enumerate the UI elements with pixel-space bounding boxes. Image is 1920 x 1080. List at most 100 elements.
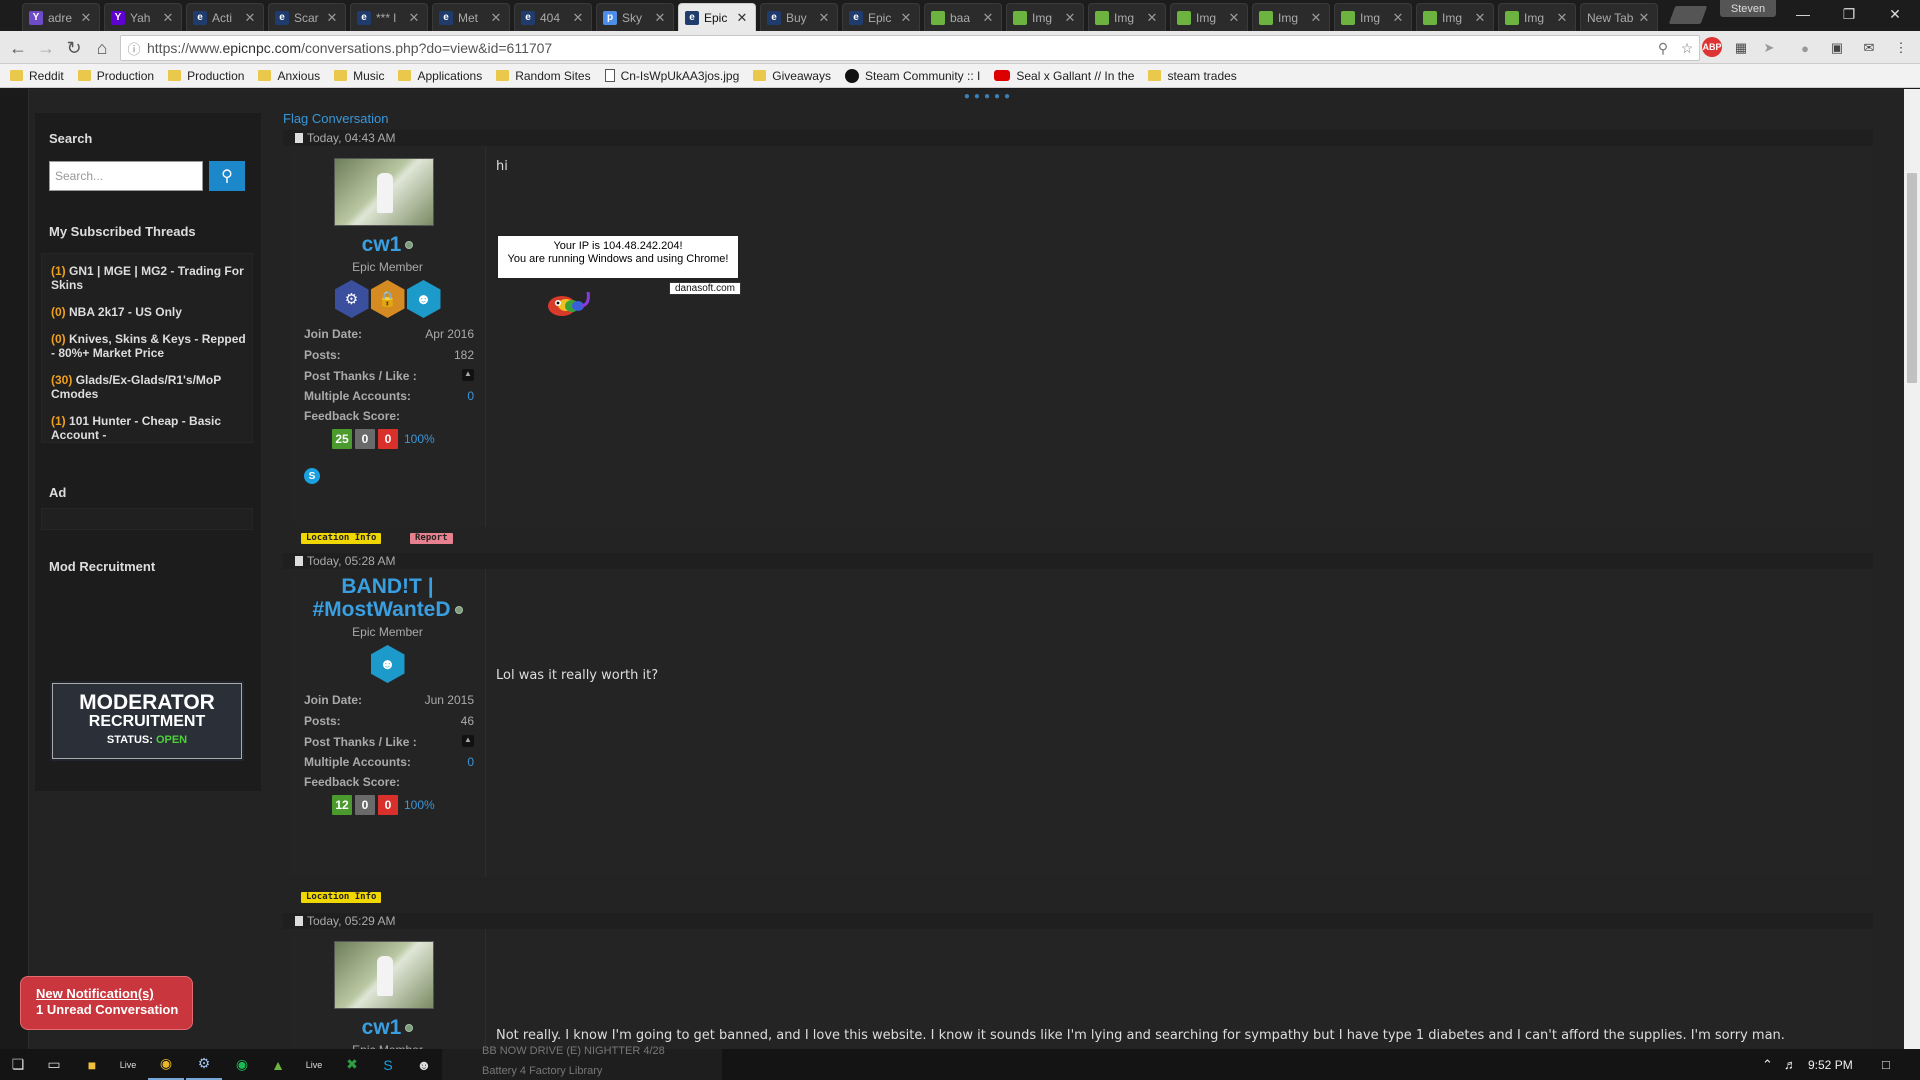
scrollbar-thumb[interactable]: [1907, 173, 1917, 383]
browser-tab[interactable]: baa ✕: [924, 3, 1002, 31]
subscribed-thread-link[interactable]: (0) NBA 2k17 - US Only: [51, 305, 246, 319]
minimize-icon[interactable]: —: [1780, 0, 1826, 28]
location-info-tag[interactable]: Location Info: [301, 533, 382, 544]
avatar[interactable]: [334, 941, 434, 1009]
close-window-icon[interactable]: ✕: [1872, 0, 1918, 28]
new-tab-button[interactable]: [1668, 6, 1708, 24]
tab-close-icon[interactable]: ✕: [407, 10, 421, 26]
user-badge-icon[interactable]: ☻: [406, 280, 441, 318]
tab-close-icon[interactable]: ✕: [161, 10, 175, 26]
subscribed-thread-link[interactable]: (1) GN1 | MGE | MG2 - Trading For Skins: [51, 264, 246, 292]
tab-close-icon[interactable]: ✕: [1227, 10, 1241, 26]
subscribed-thread-link[interactable]: (30) Glads/Ex-Glads/R1's/MoP Cmodes: [51, 373, 246, 401]
extension-mask-icon[interactable]: ●: [1794, 38, 1816, 58]
search-button[interactable]: ⚲: [209, 161, 245, 191]
bookmark-item[interactable]: Production: [77, 69, 154, 83]
profile-button[interactable]: Steven: [1720, 0, 1776, 17]
search-input[interactable]: Search...: [49, 161, 203, 191]
tab-close-icon[interactable]: ✕: [817, 10, 831, 26]
browser-tab[interactable]: e *** l ✕: [350, 3, 428, 31]
windows-start-icon[interactable]: ❏: [0, 1049, 36, 1080]
expand-icon[interactable]: ▲: [462, 735, 474, 747]
browser-tab[interactable]: Img ✕: [1170, 3, 1248, 31]
ableton-live-2-icon[interactable]: Live: [296, 1049, 332, 1080]
volume-icon[interactable]: ♬: [1784, 1057, 1797, 1072]
notification-title[interactable]: New Notification(s): [36, 986, 192, 1002]
browser-tab[interactable]: e Epic ✕: [678, 3, 756, 31]
multi-value[interactable]: 0: [467, 389, 474, 403]
bookmark-item[interactable]: Seal x Gallant // In the: [994, 69, 1134, 83]
feedback-negative[interactable]: 0: [378, 795, 398, 815]
moderator-recruitment-banner[interactable]: MODERATOR RECRUITMENT STATUS: OPEN: [50, 681, 244, 761]
file-explorer-icon[interactable]: ■: [74, 1049, 110, 1080]
steam-taskbar-icon[interactable]: ⚙: [186, 1049, 222, 1080]
tab-close-icon[interactable]: ✕: [1637, 10, 1651, 26]
tab-close-icon[interactable]: ✕: [1555, 10, 1569, 26]
username[interactable]: cw1: [290, 233, 485, 256]
username[interactable]: cw1: [290, 1016, 485, 1039]
tray-chevron-icon[interactable]: ⌃: [1762, 1057, 1773, 1073]
bookmark-item[interactable]: Random Sites: [496, 69, 591, 83]
apps-grid-icon[interactable]: ▦: [1730, 38, 1752, 58]
browser-tab[interactable]: p Sky ✕: [596, 3, 674, 31]
browser-tab[interactable]: Y Yah ✕: [104, 3, 182, 31]
tab-close-icon[interactable]: ✕: [325, 10, 339, 26]
razer-taskbar-icon[interactable]: ▲: [260, 1049, 296, 1080]
browser-tab[interactable]: e Epic ✕: [842, 3, 920, 31]
taskbar-clock[interactable]: 9:52 PM: [1808, 1058, 1853, 1072]
page-scrollbar[interactable]: [1904, 89, 1920, 1049]
bookmark-item[interactable]: Giveaways: [753, 69, 831, 83]
tab-close-icon[interactable]: ✕: [899, 10, 913, 26]
bookmark-item[interactable]: Production: [168, 69, 244, 83]
feedback-negative[interactable]: 0: [378, 429, 398, 449]
skype-taskbar-icon[interactable]: S: [370, 1049, 406, 1080]
bookmark-star-icon[interactable]: ☆: [1675, 40, 1699, 57]
tab-close-icon[interactable]: ✕: [243, 10, 257, 26]
gear-badge-icon[interactable]: ⚙: [334, 280, 369, 318]
tab-close-icon[interactable]: ✕: [735, 10, 749, 26]
bookmark-item[interactable]: Applications: [398, 69, 482, 83]
location-info-tag[interactable]: Location Info: [301, 892, 382, 903]
extension-glasses-icon[interactable]: ▣: [1826, 38, 1848, 58]
notification-popup[interactable]: New Notification(s) 1 Unread Conversatio…: [20, 976, 193, 1030]
chrome-menu-icon[interactable]: ⋮: [1890, 38, 1912, 58]
bookmark-item[interactable]: steam trades: [1148, 69, 1237, 83]
avatar[interactable]: [334, 158, 434, 226]
browser-tab[interactable]: Img ✕: [1416, 3, 1494, 31]
back-icon[interactable]: ←: [6, 36, 30, 60]
browser-tab[interactable]: New Tab ✕: [1580, 3, 1658, 31]
feedback-neutral[interactable]: 0: [355, 795, 375, 815]
restore-icon[interactable]: ❐: [1826, 0, 1872, 28]
chrome-taskbar-icon[interactable]: ◉: [148, 1049, 184, 1080]
expand-icon[interactable]: ▲: [462, 369, 474, 381]
tab-close-icon[interactable]: ✕: [571, 10, 585, 26]
flag-conversation-link[interactable]: Flag Conversation: [283, 111, 389, 126]
extension-arrow-icon[interactable]: ➤: [1758, 38, 1780, 58]
browser-tab[interactable]: Img ✕: [1334, 3, 1412, 31]
browser-tab[interactable]: Img ✕: [1498, 3, 1576, 31]
lock-badge-icon[interactable]: 🔒: [370, 280, 405, 318]
bookmark-item[interactable]: Reddit: [10, 69, 64, 83]
browser-tab[interactable]: e Scar ✕: [268, 3, 346, 31]
extension-mail-icon[interactable]: ✉: [1858, 38, 1880, 58]
subscribed-thread-link[interactable]: (1) 101 Hunter - Cheap - Basic Account -: [51, 414, 246, 442]
excel-taskbar-icon[interactable]: ✖: [334, 1049, 370, 1080]
url-text[interactable]: https://www.epicnpc.com/conversations.ph…: [147, 40, 1651, 56]
tab-close-icon[interactable]: ✕: [981, 10, 995, 26]
action-center-icon[interactable]: □: [1882, 1057, 1890, 1072]
site-info-icon[interactable]: ⓘ: [121, 39, 147, 58]
discord-taskbar-icon[interactable]: ☻: [406, 1049, 442, 1080]
address-bar[interactable]: ⓘ https://www.epicnpc.com/conversations.…: [120, 35, 1700, 61]
feedback-positive[interactable]: 25: [332, 429, 352, 449]
ableton-live-icon[interactable]: Live: [110, 1049, 146, 1080]
home-icon[interactable]: ⌂: [90, 36, 114, 60]
carousel-dots[interactable]: ●●●●●: [949, 91, 1029, 102]
tab-close-icon[interactable]: ✕: [653, 10, 667, 26]
forward-icon[interactable]: →: [34, 36, 58, 60]
browser-tab[interactable]: e Buy ✕: [760, 3, 838, 31]
feedback-neutral[interactable]: 0: [355, 429, 375, 449]
multi-value[interactable]: 0: [467, 755, 474, 769]
browser-tab[interactable]: e Met ✕: [432, 3, 510, 31]
tab-close-icon[interactable]: ✕: [1063, 10, 1077, 26]
bookmark-item[interactable]: Cn-IsWpUkAA3jos.jpg: [604, 69, 739, 83]
